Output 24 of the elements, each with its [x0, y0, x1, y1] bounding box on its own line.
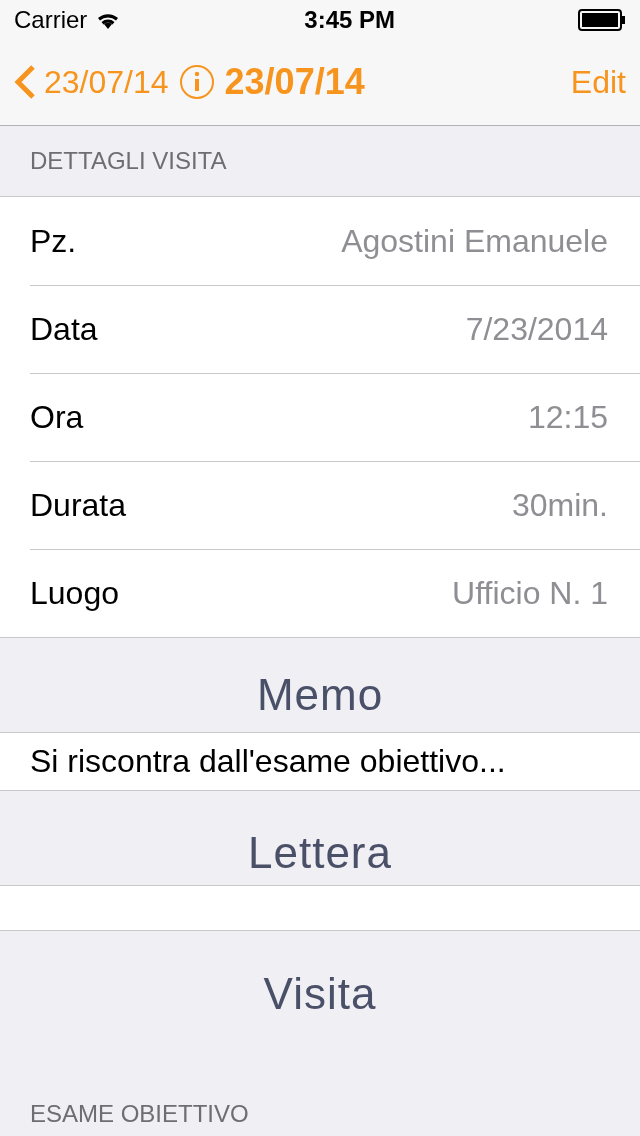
row-value: 7/23/2014	[465, 311, 608, 349]
section-title: Lettera	[248, 828, 392, 878]
row-label: Ora	[30, 399, 84, 437]
nav-title: 23/07/14	[224, 61, 365, 104]
section-header: DETTAGLI VISITA	[30, 147, 227, 176]
row-label: Data	[30, 311, 98, 349]
section-header: ESAME OBIETTIVO	[30, 1100, 249, 1128]
row-label: Pz.	[30, 222, 77, 260]
carrier-label: Carrier	[14, 5, 88, 34]
row-label: Luogo	[30, 575, 119, 613]
section-title: Visita	[263, 969, 377, 1020]
row-value: Agostini Emanuele	[341, 222, 608, 260]
battery-icon	[578, 8, 626, 31]
info-icon[interactable]	[178, 64, 215, 101]
back-button[interactable]: 23/07/14	[14, 63, 169, 101]
memo-text: Si riscontra dall'esame obiettivo...	[30, 742, 506, 780]
row-value: 12:15	[527, 399, 608, 437]
row-value: 30min.	[511, 487, 608, 525]
row-value: Ufficio N. 1	[452, 575, 608, 613]
row-label: Durata	[30, 487, 127, 525]
status-time: 3:45 PM	[304, 5, 395, 34]
edit-button[interactable]: Edit	[570, 63, 626, 101]
chevron-left-icon	[14, 64, 36, 101]
section-title: Memo	[256, 670, 384, 720]
